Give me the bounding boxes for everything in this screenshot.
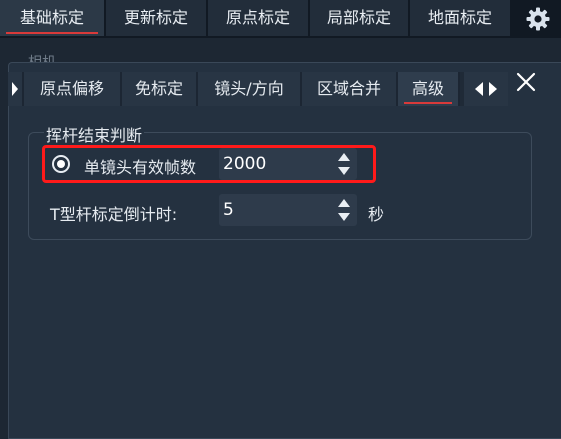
tab-update-calibration[interactable]: 更新标定 xyxy=(106,0,208,36)
highlight-box xyxy=(42,145,376,183)
gear-icon xyxy=(526,7,550,31)
close-icon xyxy=(516,72,536,92)
arrow-left-icon[interactable] xyxy=(475,82,483,96)
tab-ground-calibration[interactable]: 地面标定 xyxy=(410,0,512,36)
spin-up-button[interactable] xyxy=(337,197,351,209)
settings-button[interactable] xyxy=(516,2,560,36)
group-title: 挥杆结束判断 xyxy=(44,122,145,146)
seconds-unit-label: 秒 xyxy=(368,205,385,224)
tab-origin-offset[interactable]: 原点偏移 xyxy=(24,72,122,106)
chevron-right-icon xyxy=(12,82,18,96)
t-rod-countdown-spinbox[interactable]: 5 xyxy=(219,194,357,226)
tab-local-calibration[interactable]: 局部标定 xyxy=(310,0,410,36)
tab-advanced[interactable]: 高级 xyxy=(398,72,460,106)
close-button[interactable] xyxy=(512,68,540,96)
tab-scroll-buttons xyxy=(464,72,508,106)
tab-origin-calibration[interactable]: 原点标定 xyxy=(208,0,310,36)
chevron-down-icon xyxy=(338,213,350,221)
arrow-right-icon[interactable] xyxy=(489,82,497,96)
tab-scroll-left-edge[interactable] xyxy=(8,72,24,106)
tab-basic-calibration[interactable]: 基础标定 xyxy=(0,0,106,36)
tab-lens-direction[interactable]: 镜头/方向 xyxy=(198,72,302,106)
top-tab-bar: 基础标定 更新标定 原点标定 局部标定 地面标定 xyxy=(0,0,561,38)
t-rod-countdown-label: T型杆标定倒计时: xyxy=(50,205,178,224)
tab-region-merge[interactable]: 区域合并 xyxy=(302,72,398,106)
chevron-up-icon xyxy=(338,199,350,207)
spin-down-button[interactable] xyxy=(337,211,351,223)
advanced-settings-dialog xyxy=(8,62,561,439)
sub-tab-bar: 原点偏移 免标定 镜头/方向 区域合并 高级 xyxy=(8,72,508,106)
t-rod-countdown-value[interactable]: 5 xyxy=(223,194,234,226)
tab-calibration-free[interactable]: 免标定 xyxy=(122,72,198,106)
